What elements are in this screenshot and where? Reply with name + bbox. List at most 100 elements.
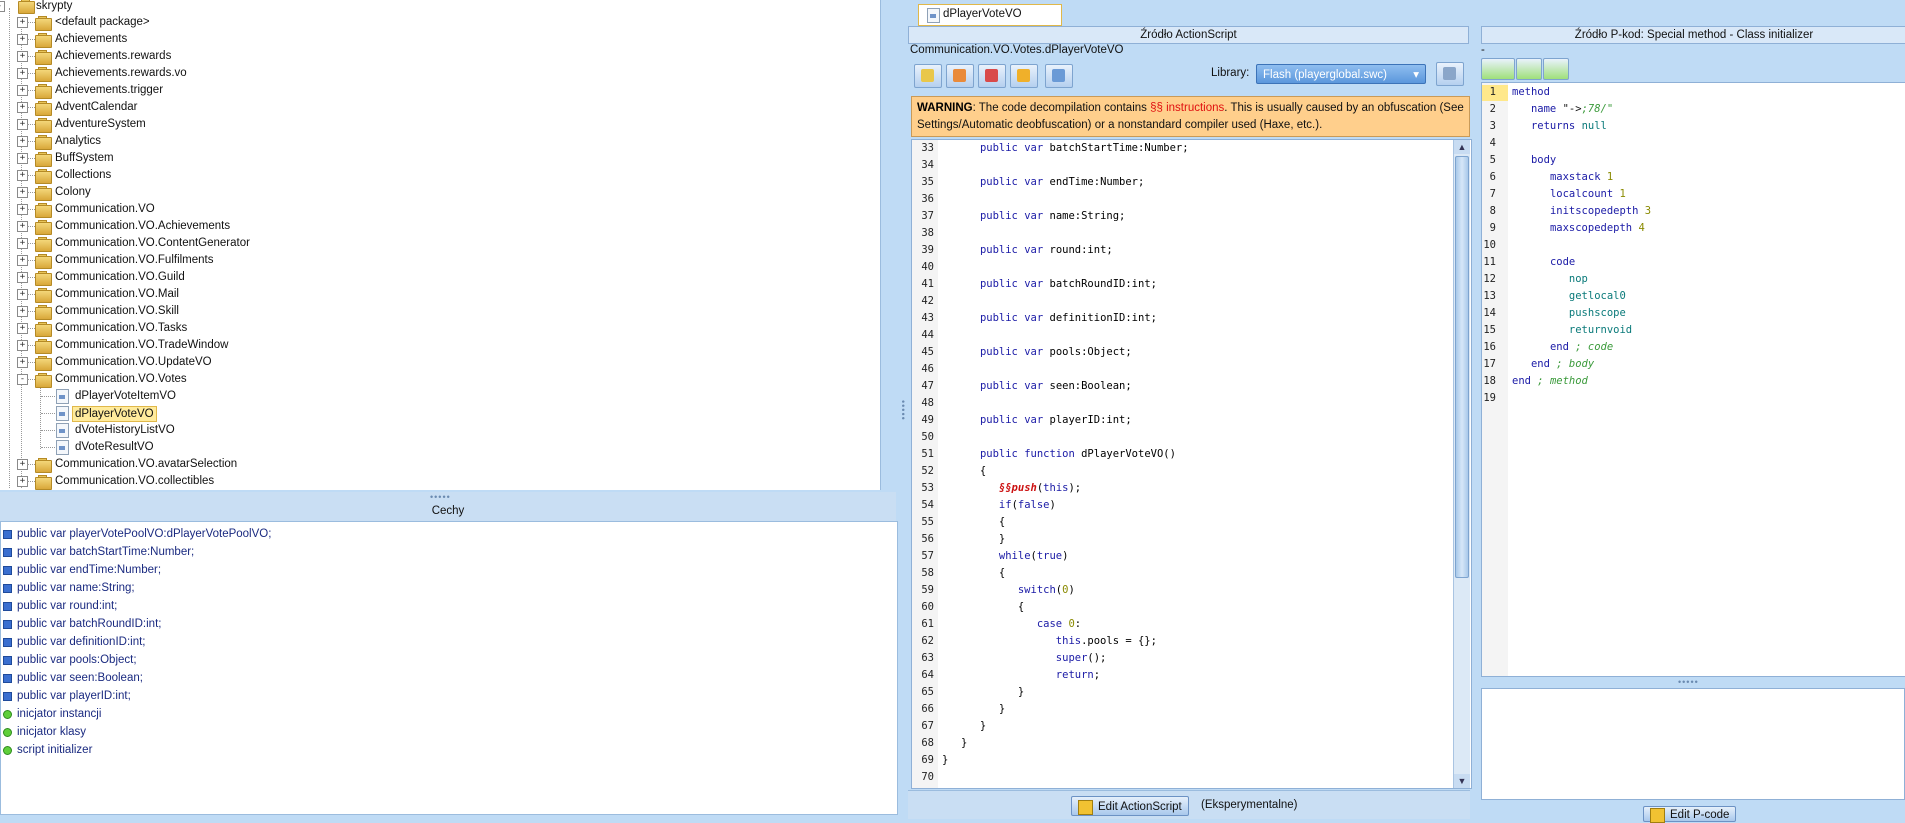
toolbar-button-1[interactable] <box>914 64 942 88</box>
tree-label: Communication.VO.collectibles <box>55 475 215 487</box>
tree-guide <box>27 481 35 482</box>
folder-icon <box>35 322 52 337</box>
initializer-icon <box>3 710 12 719</box>
line-number: 35 <box>921 176 934 188</box>
package-tree[interactable]: -skrypty+<default package>+Achievements+… <box>0 0 881 490</box>
trait-item[interactable]: public var seen:Boolean; <box>3 669 143 687</box>
trait-item[interactable]: public var round:int; <box>3 597 117 615</box>
folder-icon <box>35 67 52 82</box>
line-number: 53 <box>921 482 934 494</box>
actionscript-title: Źródło ActionScript <box>908 26 1469 44</box>
line-number: 58 <box>921 567 934 579</box>
edit-actionscript-button[interactable]: Edit ActionScript <box>1071 796 1189 816</box>
line-number: 67 <box>921 720 934 732</box>
pcode-line: returnvoid <box>1568 324 1633 336</box>
line-number: 46 <box>921 363 934 375</box>
tree-guide <box>27 328 35 329</box>
line-number: 57 <box>921 550 934 562</box>
splitter-grip-icon[interactable]: ••••• <box>1678 677 1699 687</box>
folder-icon <box>35 84 52 99</box>
tree-guide <box>27 192 35 193</box>
code-line: while(true) <box>998 550 1069 562</box>
chevron-down-icon: ▾ <box>1413 69 1419 81</box>
toolbar-button-4[interactable] <box>1010 64 1038 88</box>
pcode-line: method <box>1512 86 1550 98</box>
tab-label: dPlayerVoteVO <box>943 8 1022 20</box>
actionscript-editor[interactable]: 33 public var batchStartTime:Number; 34 35… <box>911 139 1472 789</box>
traits-header: ••••• Cechy <box>0 492 896 521</box>
tab-dplayervotevo[interactable]: dPlayerVoteVO <box>918 4 1062 26</box>
tree-label: AdventCalendar <box>55 101 138 113</box>
tree-guide <box>27 107 35 108</box>
trait-item[interactable]: public var name:String; <box>3 579 135 597</box>
tree-guide <box>27 260 35 261</box>
code-line: public var endTime:Number; <box>979 176 1145 188</box>
line-number: 15 <box>1483 324 1496 336</box>
line-number: 6 <box>1489 171 1496 183</box>
script-file-icon <box>56 406 69 421</box>
splitter-grip-icon[interactable]: ••••• <box>430 492 451 502</box>
trait-item[interactable]: public var endTime:Number; <box>3 561 161 579</box>
variable-icon <box>3 602 12 611</box>
code-line: public var batchStartTime:Number; <box>979 142 1189 154</box>
collapse-icon[interactable]: - <box>0 1 5 12</box>
folder-icon <box>35 288 52 303</box>
line-number: 55 <box>921 516 934 528</box>
tree-label: Colony <box>55 186 91 198</box>
pcode-toolbar-button-2[interactable] <box>1516 58 1542 80</box>
tree-label: BuffSystem <box>55 152 114 164</box>
trait-label: public var playerVotePoolVO:dPlayerVoteP… <box>17 528 272 540</box>
scroll-up-icon[interactable]: ▲ <box>1454 140 1470 154</box>
trait-item[interactable]: public var pools:Object; <box>3 651 137 669</box>
pcode-editor[interactable]: 1 method 2 name "->;78/" 3 returns null 4 5 b… <box>1481 82 1905 677</box>
toolbar-button-2[interactable] <box>946 64 974 88</box>
line-number: 43 <box>921 312 934 324</box>
scroll-thumb[interactable] <box>1455 156 1469 578</box>
edit-pcode-button[interactable]: Edit P-code <box>1643 806 1737 823</box>
pcode-line: name "->;78/" <box>1530 103 1614 115</box>
tree-label: dVoteResultVO <box>75 441 154 453</box>
line-number: 54 <box>921 499 934 511</box>
trait-item[interactable]: public var batchStartTime:Number; <box>3 543 195 561</box>
folder-icon <box>18 0 35 14</box>
pcode-toolbar-button-1[interactable] <box>1481 58 1515 80</box>
trait-label: public var name:String; <box>17 582 135 594</box>
trait-label: public var batchRoundID:int; <box>17 618 162 630</box>
tree-label: Communication.VO.Mail <box>55 288 179 300</box>
trait-label: public var batchStartTime:Number; <box>17 546 195 558</box>
folder-icon <box>35 186 52 201</box>
code-scrollbar[interactable]: ▲ ▼ <box>1453 140 1470 788</box>
trait-item[interactable]: public var definitionID:int; <box>3 633 145 651</box>
pcode-line: maxscopedepth 4 <box>1549 222 1645 234</box>
line-number: 59 <box>921 584 934 596</box>
pcode-line: end ; body <box>1530 358 1595 370</box>
code-line: public var pools:Object; <box>979 346 1132 358</box>
code-line: { <box>942 516 1006 528</box>
trait-item[interactable]: script initializer <box>3 741 92 759</box>
line-number: 5 <box>1489 154 1496 166</box>
line-number: 11 <box>1483 256 1496 268</box>
edit-icon <box>1078 800 1093 815</box>
code-line: } <box>942 737 968 749</box>
folder-icon <box>35 152 52 167</box>
tree-guide <box>27 464 35 465</box>
line-number: 17 <box>1483 358 1496 370</box>
scroll-down-icon[interactable]: ▼ <box>1454 774 1470 788</box>
tree-scrollbar[interactable]: ▲ ▼ <box>880 0 881 490</box>
script-file-icon <box>56 423 69 438</box>
toolbar-button-3[interactable] <box>978 64 1006 88</box>
edit-actionscript-label: Edit ActionScript <box>1098 801 1182 813</box>
library-select[interactable]: Flash (playerglobal.swc) ▾ <box>1256 64 1426 84</box>
pcode-toolbar-button-3[interactable] <box>1543 58 1569 80</box>
trait-item[interactable]: inicjator klasy <box>3 723 86 741</box>
splitter-grip-icon[interactable]: ••••• <box>898 400 908 421</box>
trait-item[interactable]: public var batchRoundID:int; <box>3 615 162 633</box>
toolbar-button-5[interactable] <box>1045 64 1073 88</box>
trait-item[interactable]: inicjator instancji <box>3 705 101 723</box>
trait-item[interactable]: public var playerID:int; <box>3 687 131 705</box>
library-settings-button[interactable] <box>1436 62 1464 86</box>
trait-item[interactable]: public var playerVotePoolVO:dPlayerVoteP… <box>3 525 272 543</box>
traits-list[interactable]: public var playerVotePoolVO:dPlayerVoteP… <box>0 521 898 815</box>
pcode-title: Źródło P-kod: Special method - Class ini… <box>1481 26 1905 44</box>
tree-label: Communication.VO.Fulfilments <box>55 254 214 266</box>
